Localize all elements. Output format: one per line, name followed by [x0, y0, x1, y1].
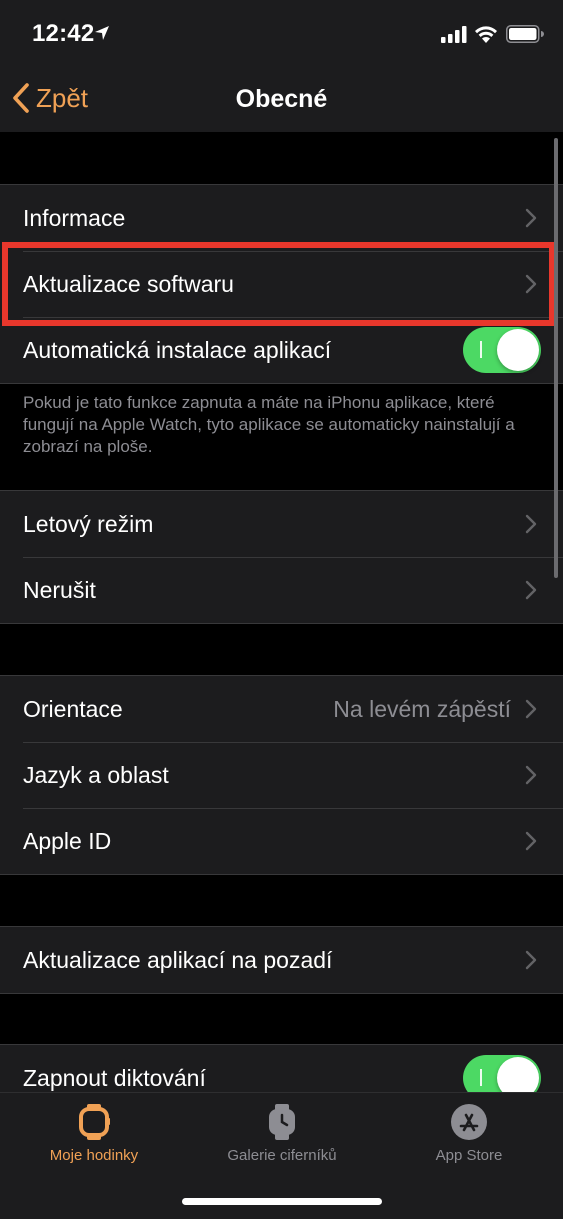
highlight-frame — [2, 242, 555, 326]
toggle-on-mark — [480, 1069, 482, 1086]
row-label: Jazyk a oblast — [23, 761, 169, 788]
row-label: Informace — [23, 204, 126, 231]
row-label: Zapnout diktování — [23, 1064, 206, 1091]
home-indicator[interactable] — [182, 1198, 382, 1205]
modes-group: Letový režim Nerušit — [0, 490, 563, 624]
watch-icon — [79, 1104, 110, 1140]
scroll-indicator[interactable] — [554, 138, 558, 578]
chevron-right-icon — [525, 208, 537, 228]
orientation-value: Na levém zápěstí — [333, 695, 511, 722]
app-store-icon — [451, 1104, 487, 1140]
row-airplane-mode[interactable]: Letový režim — [0, 491, 563, 557]
dictation-group: Zapnout diktování — [0, 1044, 563, 1092]
tab-face-gallery[interactable]: Galerie ciferníků — [188, 1103, 376, 1164]
toggle-knob — [497, 1057, 539, 1092]
status-bar: 12:42 — [0, 0, 563, 64]
toggle-knob — [497, 329, 539, 371]
tab-label: Galerie ciferníků — [227, 1147, 337, 1164]
tab-app-store[interactable]: App Store — [375, 1103, 563, 1164]
row-label: Orientace — [23, 695, 123, 722]
row-label: Letový režim — [23, 510, 154, 537]
tab-my-watch[interactable]: Moje hodinky — [0, 1103, 188, 1164]
chevron-right-icon — [525, 514, 537, 534]
cellular-signal-icon — [441, 26, 467, 43]
navigation-bar: Zpět Obecné — [0, 64, 563, 132]
status-time: 12:42 — [32, 20, 95, 47]
auto-install-toggle[interactable] — [463, 327, 541, 373]
chevron-right-icon — [525, 950, 537, 970]
row-label: Automatická instalace aplikací — [23, 336, 332, 363]
tab-label: App Store — [435, 1147, 503, 1164]
chevron-right-icon — [525, 765, 537, 785]
row-label: Aktualizace aplikací na pozadí — [23, 946, 333, 973]
row-background-refresh[interactable]: Aktualizace aplikací na pozadí — [0, 927, 563, 993]
background-group: Aktualizace aplikací na pozadí — [0, 926, 563, 994]
wifi-icon — [475, 26, 497, 43]
watch-face-gallery-icon — [269, 1104, 295, 1140]
chevron-right-icon — [525, 580, 537, 600]
row-label: Nerušit — [23, 576, 96, 603]
row-orientation[interactable]: Orientace Na levém zápěstí — [0, 676, 563, 742]
row-apple-id[interactable]: Apple ID — [0, 808, 563, 874]
battery-icon — [506, 25, 544, 43]
toggle-on-mark — [480, 341, 482, 358]
page-title: Obecné — [235, 85, 328, 113]
auto-install-footnote: Pokud je tato funkce zapnuta a máte na i… — [23, 393, 515, 456]
row-label: Apple ID — [23, 827, 112, 854]
row-auto-install: Automatická instalace aplikací — [0, 317, 563, 383]
settings-list[interactable]: Informace Aktualizace softwaru Automatic… — [0, 132, 563, 1092]
row-language-region[interactable]: Jazyk a oblast — [0, 742, 563, 808]
row-dictation: Zapnout diktování — [0, 1045, 563, 1092]
chevron-right-icon — [525, 699, 537, 719]
tab-label: Moje hodinky — [49, 1147, 139, 1164]
location-arrow-icon — [95, 26, 109, 40]
chevron-right-icon — [525, 831, 537, 851]
dictation-toggle[interactable] — [463, 1055, 541, 1092]
device-group: Orientace Na levém zápěstí Jazyk a oblas… — [0, 675, 563, 875]
row-do-not-disturb[interactable]: Nerušit — [0, 557, 563, 623]
